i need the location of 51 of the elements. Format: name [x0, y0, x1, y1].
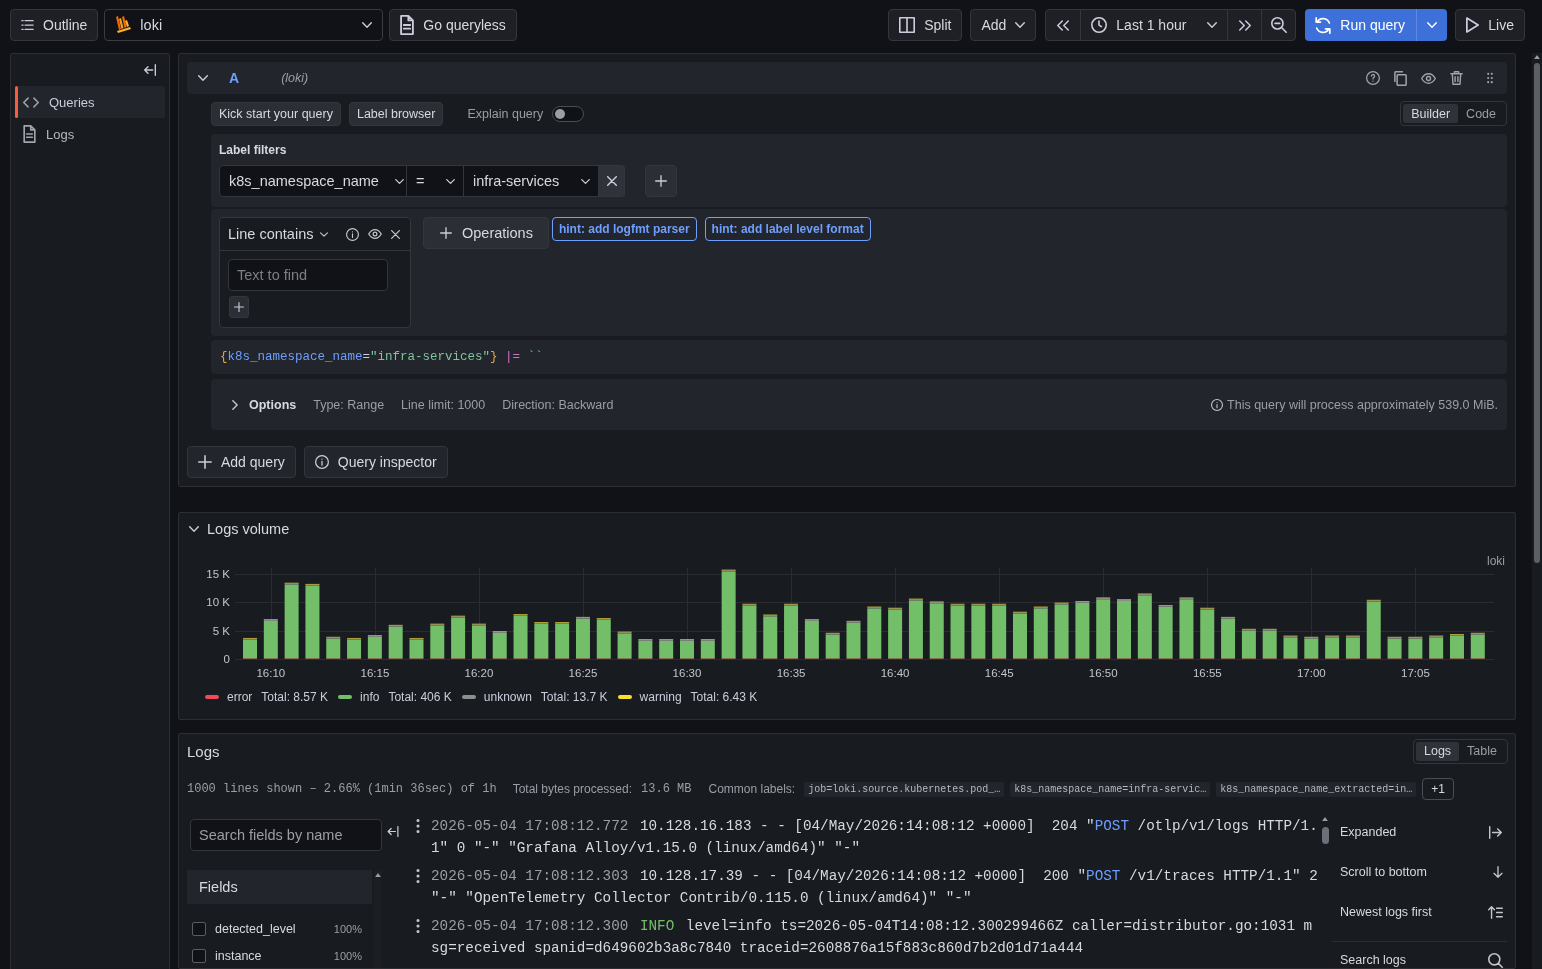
query-datasource-label: (loki): [281, 71, 309, 85]
x-axis-label: 16:50: [1088, 667, 1118, 679]
field-share: 100%: [333, 949, 362, 962]
option-summary: Direction: Backward: [502, 397, 614, 412]
logs-summary: 1000 lines shown – 2.66% (1min 36sec) of 1h: [187, 782, 497, 796]
x-axis-label: 16:45: [984, 667, 1014, 679]
legend-total: Total: 13.7 K: [540, 690, 608, 704]
x-axis-label: 16:15: [360, 667, 390, 679]
series-source-label: loki: [1487, 554, 1505, 568]
field-name: instance: [215, 948, 262, 963]
label-filters-title: Label filters: [219, 142, 288, 158]
legend-label: unknown: [483, 690, 532, 704]
log-line: 2026-05-04 17:08:12.303 10.128.17.39 - - [04/May/2026:14:08:12 +0000] 200 "POST /v1/traces HTTP/1.1" 2 "-" "OpenTelemetry Collector Contrib/0.115.0 (linux/amd64)" "-": [431, 867, 1319, 908]
query-size-estimate: This query will process approximately 539.0 MiB.: [1227, 397, 1498, 412]
logs-volume-title: Logs volume: [207, 520, 290, 537]
y-axis-label: 15 K: [206, 568, 230, 580]
y-axis-label: 0: [223, 653, 230, 665]
query-name: A: [229, 70, 240, 86]
bytes-processed-label: Total bytes processed:: [512, 782, 633, 796]
option-summary: Line limit: 1000: [401, 397, 486, 412]
log-line: 2026-05-04 17:08:12.300 INFO level=info ts=2026-05-04T14:08:12.300299466Z caller=distributor.go:1031 msg=received spanid=d649602b3a8c7840 traceid=2608876a15f883c860d7b2d01d71a444: [431, 917, 1314, 958]
field-share: 100%: [333, 922, 362, 935]
x-axis-label: 16:20: [464, 667, 494, 679]
x-axis-label: 16:30: [672, 667, 702, 679]
field-name: detected_level: [215, 921, 296, 936]
x-axis-label: 17:05: [1401, 667, 1430, 679]
x-axis-label: 16:25: [568, 667, 598, 679]
legend-label: error: [227, 690, 253, 704]
common-label: k8s_namespace_name_extracted=in…: [1216, 781, 1417, 797]
x-axis-label: 16:55: [1192, 667, 1222, 679]
common-label: job=loki.source.kubernetes.pod_…: [804, 781, 1005, 797]
fields-header: Fields: [187, 870, 372, 904]
y-axis-label: 10 K: [206, 596, 230, 609]
x-axis-label: 16:40: [880, 667, 910, 679]
legend-label: info: [360, 690, 380, 704]
y-axis-label: 5 K: [212, 624, 230, 637]
x-axis-label: 16:10: [256, 667, 286, 679]
common-label: k8s_namespace_name=infra-servic…: [1010, 781, 1211, 797]
legend-total: Total: 8.57 K: [261, 690, 329, 704]
common-labels-label: Common labels:: [708, 782, 796, 796]
explain-query-label: Explain query: [467, 106, 544, 121]
x-axis-label: 17:00: [1296, 667, 1326, 679]
log-line: 2026-05-04 17:08:12.772 10.128.16.183 - - [04/May/2026:14:08:12 +0000] 204 "POST /otlp/v1/logs HTTP/1.1" 0 "-" "Grafana Alloy/v1.15.0 (linux/amd64)" "-": [431, 817, 1319, 858]
legend-total: Total: 6.43 K: [690, 690, 758, 704]
query-preview: {k8s_namespace_name="infra-services"} |= ``: [211, 340, 1507, 374]
logs-title: Logs: [187, 742, 220, 760]
x-axis-label: 16:35: [776, 667, 806, 679]
bytes-processed-value: 13.6 MB: [641, 782, 692, 796]
legend-total: Total: 406 K: [388, 690, 452, 704]
option-summary: Type: Range: [313, 397, 385, 412]
legend-label: warning: [639, 690, 682, 704]
